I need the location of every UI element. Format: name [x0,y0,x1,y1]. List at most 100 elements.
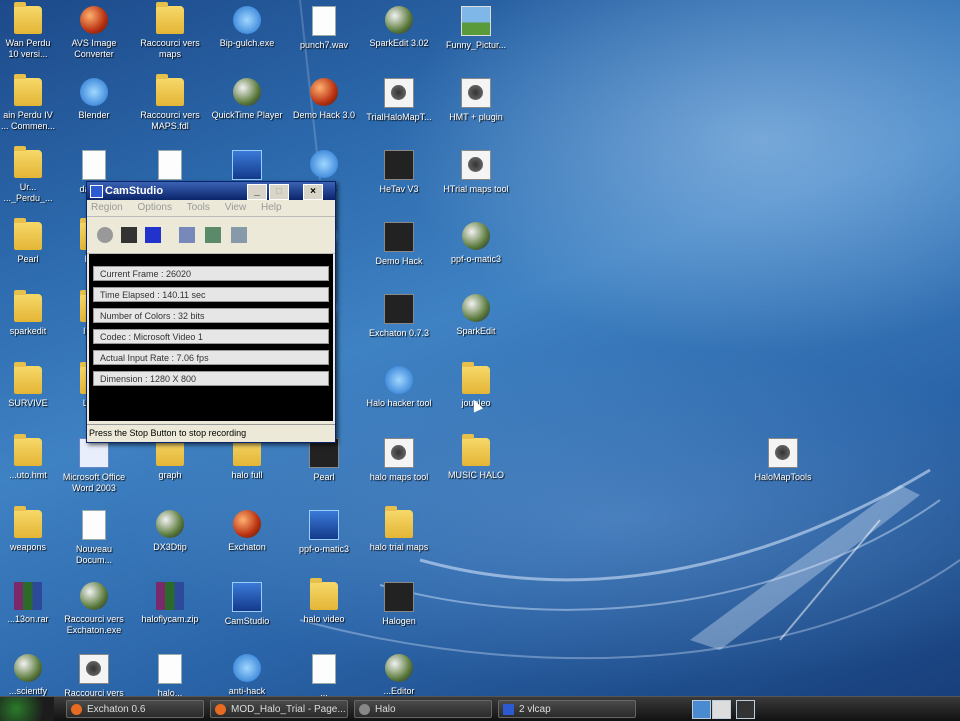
desktop-icon[interactable]: Exchaton [204,510,290,553]
desktop-icon[interactable]: Halogen [356,582,442,627]
desktop-icon[interactable]: Demo Hack 3.0 [281,78,367,121]
window-icon[interactable] [205,227,221,243]
desktop-icon[interactable]: TrialHaloMapT... [356,78,442,123]
rar-icon [14,582,42,610]
desktop-icon[interactable]: ppf-o-matic3 [281,510,367,555]
desktop-icon[interactable]: ... [281,654,367,699]
desktop-icon[interactable]: Halo hacker tool [356,366,442,409]
tray-icon-b[interactable] [712,700,731,719]
desktop-icon[interactable]: halo full [204,434,290,481]
desktop-icon-label: haloflycam.zip [141,614,199,624]
desktop-icon[interactable]: Funny_Pictur... [433,6,519,51]
desktop-icon[interactable]: halo video [281,578,367,625]
folder-icon [14,74,42,106]
document-icon [312,654,336,684]
desktop-icon[interactable]: halo maps tool [356,438,442,483]
desktop-icon[interactable]: Blender [51,78,137,121]
desktop-icon[interactable]: Demo Hack [356,222,442,267]
halo-icon [461,78,491,108]
desktop-icon-label: Bip-gulch.exe [219,38,275,48]
record-button-icon[interactable] [97,227,113,243]
tray-icon-c[interactable] [736,700,755,719]
desktop-icon[interactable]: haloflycam.zip [127,582,213,625]
document-icon [82,150,106,180]
folder-icon [462,362,490,394]
desktop-icon[interactable]: halo trial maps [356,506,442,553]
desktop-icon[interactable]: Pearl [281,438,367,483]
menu-options[interactable]: Options [137,202,171,213]
start-button[interactable] [0,697,54,721]
desktop-icon-label: Demo Hack 3.0 [292,110,356,120]
desktop-icon-label: SparkEdit [456,326,496,336]
desktop-icon[interactable]: halo... [127,654,213,699]
desktop-icon[interactable]: SparkEdit [433,294,519,337]
number-of-colors: Number of Colors : 32 bits [93,308,329,323]
desktop-icon[interactable]: anti-hack [204,654,290,697]
desktop-icon-label: Raccourci vers MAPS.fdl [140,110,200,131]
camstudio-title-bar[interactable]: CamStudio _ □ × [87,182,335,200]
folder-icon [14,2,42,34]
desktop-icon[interactable]: Raccourci vers Exchaton.exe [51,582,137,636]
image-icon [461,6,491,36]
menu-bar: Region Options Tools View Help [87,200,335,217]
pause-button-icon[interactable] [121,227,137,243]
taskbar-item-vlcap[interactable]: 2 vlcap [498,700,636,718]
close-button[interactable]: × [303,184,323,200]
desktop-icon-label: Raccourci vers Exchaton.exe [64,614,124,635]
app-icon [385,654,413,682]
maximize-button[interactable]: □ [269,184,289,200]
app-icon [80,582,108,610]
desktop-icon[interactable]: HaloMapTools [740,438,826,483]
desktop-icon[interactable]: MUSIC HALO [433,434,519,481]
taskbar-item-exchaton[interactable]: Exchaton 0.6 [66,700,204,718]
desktop-icon-label: Halogen [382,616,416,626]
desktop-icon[interactable]: Exchaton 0.7.3 [356,294,442,339]
camstudio-window[interactable]: CamStudio _ □ × Region Options Tools Vie… [86,181,336,443]
desktop-icon[interactable]: Raccourci vers maps [127,2,213,60]
desktop-icon[interactable]: Microsoft Office Word 2003 [51,438,137,494]
region-icon[interactable] [179,227,195,243]
desktop-icon[interactable]: HMT + plugin [433,78,519,123]
folder-icon [385,506,413,538]
menu-tools[interactable]: Tools [187,202,210,213]
desktop-icon[interactable]: ...Editor [356,654,442,697]
folder-icon [14,218,42,250]
desktop-icon-label: MUSIC HALO [447,470,504,480]
fullscreen-icon[interactable] [231,227,247,243]
app-icon [384,582,414,612]
minimize-button[interactable]: _ [247,184,267,200]
desktop-icon[interactable] [204,150,290,184]
desktop-icon[interactable]: AVS Image Converter [51,6,137,60]
desktop-icon-label: graph [158,470,182,480]
desktop-icon-label: Microsoft Office Word 2003 [62,472,126,493]
desktop-icon[interactable]: ppf-o-matic3 [433,222,519,265]
desktop-icon[interactable]: CamStudio [204,582,290,627]
taskbar-item-browser[interactable]: MOD_Halo_Trial - Page... [210,700,348,718]
desktop-icon[interactable]: Nouveau Docum... [51,510,137,566]
desktop-icon[interactable]: HTrial maps tool [433,150,519,195]
menu-view[interactable]: View [225,202,247,213]
desktop-icon[interactable]: punch7.wav [281,6,367,51]
desktop-icon[interactable]: SparkEdit 3.02 [356,6,442,49]
desktop-icon[interactable]: Raccourci vers [51,654,137,699]
desktop-icon[interactable]: HeTav V3 [356,150,442,195]
desktop-icon-label: halo video [303,614,345,624]
taskbar-item-halo[interactable]: Halo [354,700,492,718]
app-icon [156,510,184,538]
desktop-icon[interactable] [127,150,213,184]
desktop-icon[interactable]: Bip-gulch.exe [204,6,290,49]
desktop-icon-label: HMT + plugin [449,112,503,122]
menu-region[interactable]: Region [91,202,123,213]
desktop-icon[interactable]: DX3Dtip [127,510,213,553]
desktop-icon[interactable]: graph [127,434,213,481]
folder-icon [156,74,184,106]
tray-icon-a[interactable] [692,700,711,719]
menu-help[interactable]: Help [261,202,282,213]
desktop-icon[interactable]: QuickTime Player [204,78,290,121]
stop-button-icon[interactable] [145,227,161,243]
app-icon [309,510,339,540]
app-icon [232,582,262,612]
desktop-icon-label: Halo hacker tool [366,398,432,408]
desktop-icon[interactable]: Raccourci vers MAPS.fdl [127,74,213,132]
app-icon [384,150,414,180]
